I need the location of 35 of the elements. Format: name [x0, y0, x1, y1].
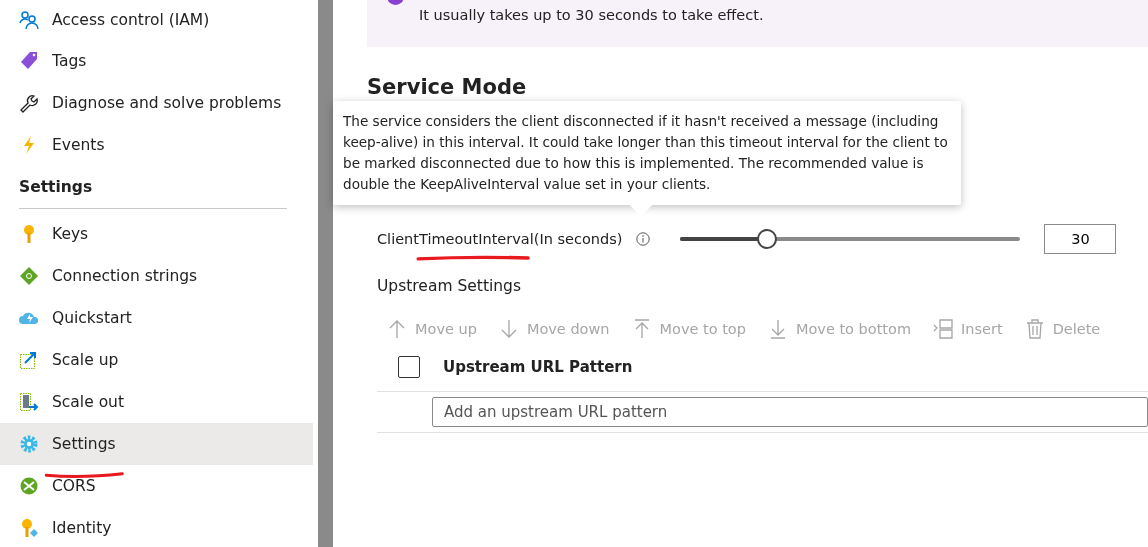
sidebar-item[interactable]: Tags	[0, 40, 313, 82]
slider-thumb[interactable]	[756, 229, 777, 249]
sidebar-item[interactable]: Keys	[0, 213, 313, 255]
diamond-icon	[19, 266, 39, 286]
column-header: Upstream URL Pattern	[443, 358, 633, 376]
sidebar-item[interactable]: Events	[0, 124, 313, 166]
wrench-icon	[19, 93, 39, 113]
sidebar-item[interactable]: Scale up	[0, 339, 313, 381]
people-icon	[19, 10, 39, 30]
info-icon[interactable]	[636, 232, 651, 246]
url-pattern-input[interactable]: Add an upstream URL pattern	[432, 397, 1148, 427]
sidebar-item[interactable]: CORS	[0, 465, 313, 507]
scale-up-icon	[19, 350, 39, 370]
sidebar-item[interactable]: Scale out	[0, 381, 313, 423]
key-icon	[19, 518, 39, 538]
sidebar-item[interactable]: Identity	[0, 507, 313, 547]
sidebar-item[interactable]: Access control (IAM)	[0, 0, 313, 40]
sidebar-item[interactable]: Quickstart	[0, 297, 313, 339]
section-header: Settings	[19, 176, 287, 209]
scrollbar[interactable]	[318, 0, 333, 547]
sidebar-item[interactable]: Settings	[0, 423, 313, 465]
scale-out-icon	[19, 392, 39, 412]
settings-icon	[19, 434, 39, 454]
subsection-title: Upstream Settings	[377, 277, 522, 295]
select-all-checkbox[interactable]	[398, 356, 420, 378]
sidebar-item[interactable]: Diagnose and solve problems	[0, 82, 313, 124]
banner-text: It usually takes up to 30 seconds to take effect.	[419, 6, 764, 24]
sidebar-item[interactable]: Connection strings	[0, 255, 313, 297]
trash-icon	[1024, 319, 1045, 339]
setting-label: ClientTimeoutInterval(In seconds)	[377, 231, 623, 247]
section-title: Service Mode	[367, 75, 528, 101]
tag-icon	[19, 51, 39, 71]
arrow-up-icon	[387, 319, 407, 339]
value-input[interactable]: 30	[1044, 224, 1117, 254]
insert-icon	[933, 319, 954, 339]
